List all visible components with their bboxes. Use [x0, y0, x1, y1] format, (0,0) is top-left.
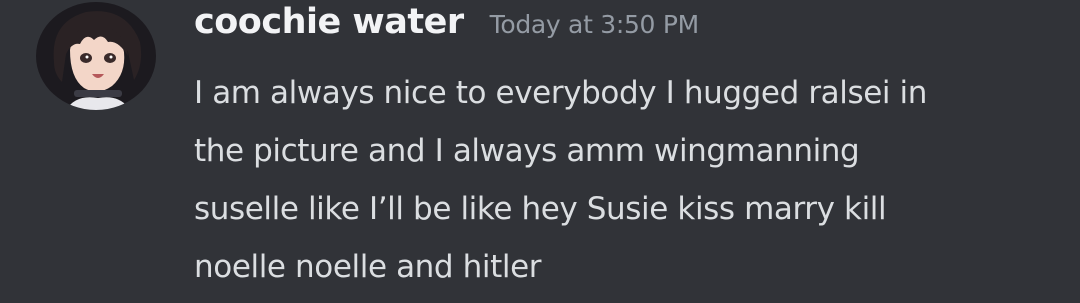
- message-header: coochie water Today at 3:50 PM: [194, 2, 699, 50]
- username[interactable]: coochie water: [194, 2, 464, 42]
- message-content: I am always nice to everybody I hugged r…: [194, 64, 1054, 296]
- message-line: the picture and I always amm wingmanning: [194, 133, 860, 169]
- message-line: noelle noelle and hitler: [194, 249, 542, 285]
- message-line: I am always nice to everybody I hugged r…: [194, 75, 928, 111]
- chat-message: coochie water Today at 3:50 PM I am alwa…: [0, 0, 1080, 303]
- avatar-image: [36, 2, 156, 110]
- message-line: suselle like I’ll be like hey Susie kiss…: [194, 191, 887, 227]
- avatar[interactable]: [36, 2, 156, 110]
- timestamp: Today at 3:50 PM: [489, 10, 700, 39]
